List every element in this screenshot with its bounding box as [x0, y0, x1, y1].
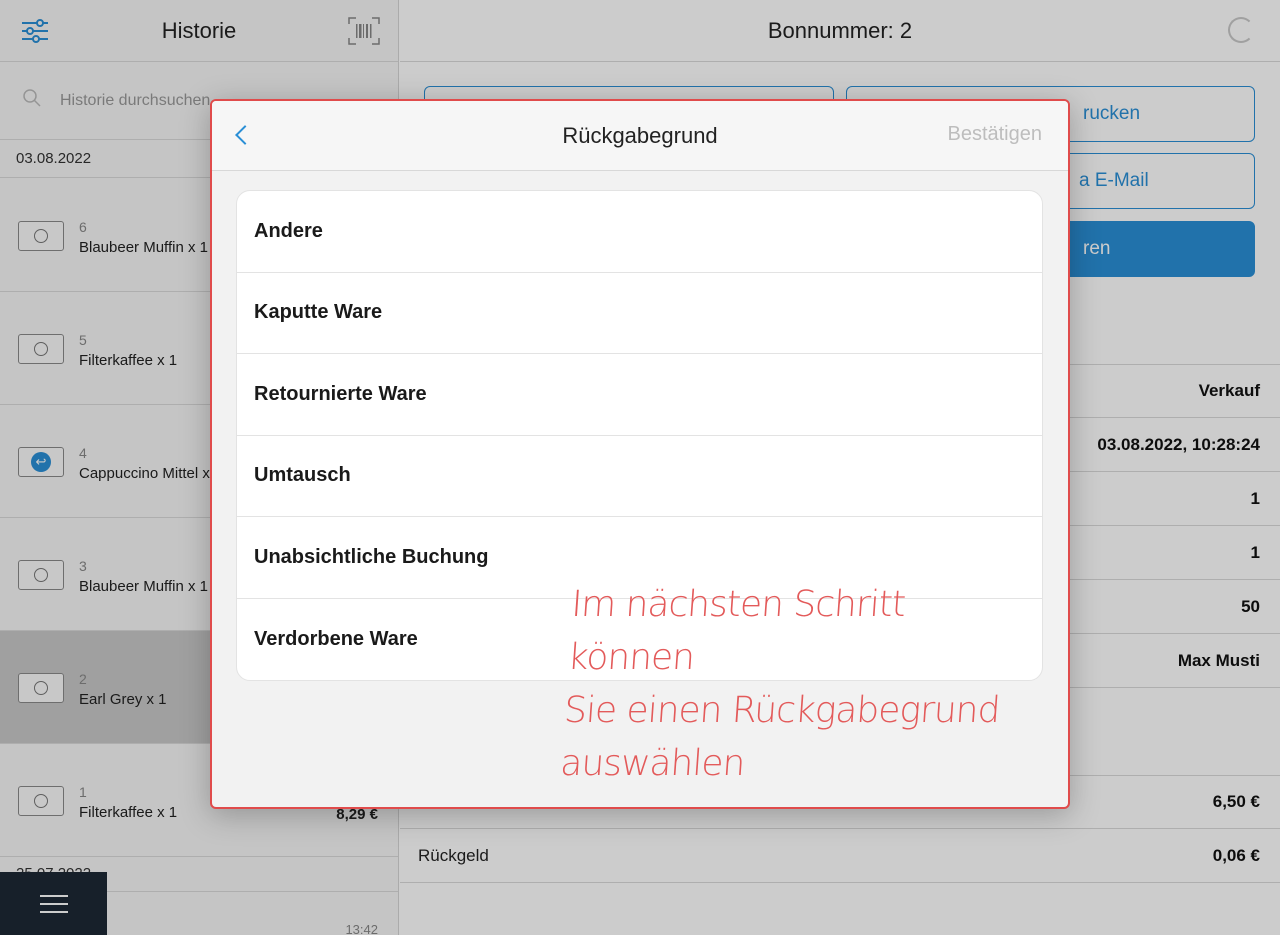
- dialog-title: Rückgabegrund: [562, 122, 718, 148]
- annotation-line: Im nächsten Schritt können: [566, 584, 907, 678]
- annotation-line: Sie einen Rückgabegrund: [562, 690, 1001, 731]
- reason-option-andere[interactable]: Andere: [237, 191, 1042, 273]
- reason-option-retournierte-ware[interactable]: Retournierte Ware: [237, 354, 1042, 436]
- annotation-line: auswählen: [559, 743, 746, 784]
- reason-option-umtausch[interactable]: Umtausch: [237, 436, 1042, 517]
- tutorial-annotation: Im nächsten Schritt können Sie einen Rüc…: [559, 578, 1034, 790]
- back-chevron-icon[interactable]: [232, 123, 256, 149]
- confirm-button[interactable]: Bestätigen: [947, 123, 1042, 146]
- dialog-header: Rückgabegrund Bestätigen: [212, 101, 1068, 171]
- reason-option-kaputte-ware[interactable]: Kaputte Ware: [237, 273, 1042, 354]
